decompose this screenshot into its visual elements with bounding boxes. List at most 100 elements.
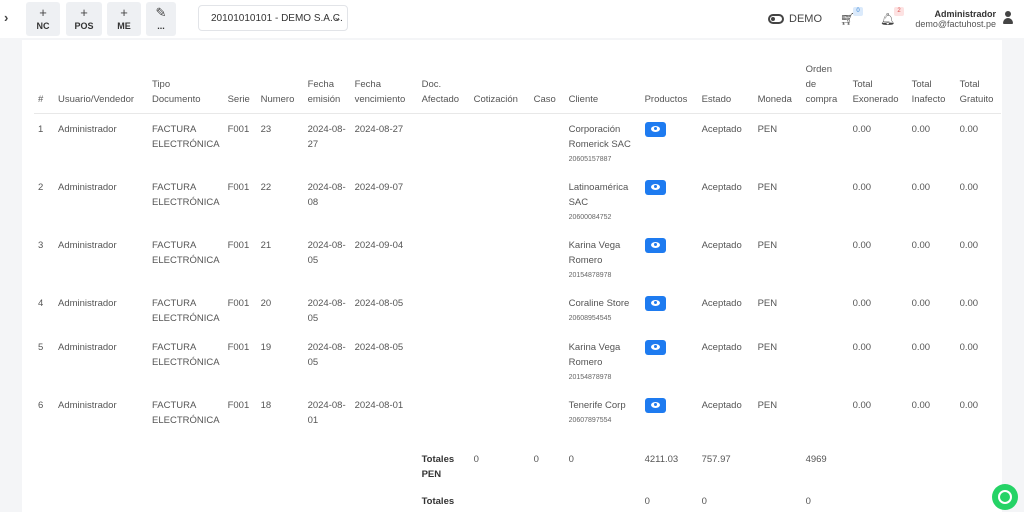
- cell-client: Coraline Store 20608954545: [565, 288, 641, 332]
- user-icon[interactable]: [1002, 11, 1014, 25]
- new-me-button[interactable]: + ME: [107, 2, 141, 36]
- cell-total-inafecto: 0.00: [911, 341, 931, 353]
- col-header: #: [34, 62, 54, 114]
- cell-fecha-vencimiento: 2024-09-07: [354, 181, 404, 193]
- cell-total-gratuito: 0.00: [959, 181, 979, 193]
- table-row: 2 Administrador FACTURA ELECTRÓNICA F001…: [34, 172, 1001, 230]
- cell-serie: F001: [227, 239, 250, 251]
- cell-index: 4: [38, 297, 44, 309]
- cell-doc-type: FACTURA ELECTRÓNICA: [152, 181, 220, 208]
- cell-client: Karina Vega Romero 20154878978: [565, 230, 641, 288]
- client-name: Coraline Store: [568, 297, 630, 309]
- totals-pen-label: Totales PEN: [421, 453, 455, 480]
- totals-usd-label: Totales USD: [421, 495, 455, 512]
- cell-fecha-vencimiento: 2024-08-27: [354, 124, 404, 135]
- eye-icon[interactable]: [644, 237, 666, 253]
- pencil-icon: ✎: [155, 5, 167, 20]
- totals-pen-cliente: 0: [568, 453, 574, 465]
- bell-icon[interactable]: 🔔︎: [880, 12, 895, 26]
- totals-usd-row: Totales USD 0 0 0: [34, 490, 1001, 512]
- edit-button[interactable]: ✎ ...: [146, 2, 176, 36]
- cell-client: Karina Vega Romero 20154878978: [565, 332, 641, 390]
- demo-toggle-icon[interactable]: [768, 14, 784, 24]
- cell-serie: F001: [227, 124, 250, 135]
- cell-moneda: PEN: [757, 239, 778, 251]
- col-header: Productos: [640, 62, 698, 114]
- col-header: Fecha emisión: [303, 62, 351, 114]
- cell-fecha-vencimiento: 2024-08-01: [354, 399, 404, 411]
- cell-productos: [641, 172, 698, 230]
- cell-total-exonerado: 0.00: [852, 124, 872, 135]
- col-header: Caso: [529, 62, 565, 114]
- cell-numero: 19: [260, 341, 272, 353]
- cell-doc-type: FACTURA ELECTRÓNICA: [152, 239, 220, 266]
- whatsapp-icon[interactable]: [992, 484, 1018, 510]
- cell-doc-afectado: [418, 390, 470, 448]
- cell-numero: 22: [260, 181, 272, 193]
- cell-total-gratuito: 0.00: [959, 297, 979, 309]
- col-header: Total Gratuito: [955, 62, 1001, 114]
- new-nc-button[interactable]: + NC: [26, 2, 60, 36]
- cell-total-exonerado: 0.00: [852, 239, 872, 251]
- cell-orden-compra: [802, 172, 849, 230]
- cell-cotizacion: [470, 114, 530, 172]
- eye-icon[interactable]: [644, 397, 666, 413]
- cell-estado: Aceptado: [701, 399, 742, 411]
- user-email[interactable]: demo@factuhost.pe: [900, 19, 996, 29]
- col-header: Numero: [256, 62, 304, 114]
- cart-badge: 0: [853, 7, 863, 16]
- cell-fecha-vencimiento: 2024-09-04: [354, 239, 404, 251]
- cell-total-gratuito: 0.00: [959, 341, 979, 353]
- table-row: 1 Administrador FACTURA ELECTRÓNICA F001…: [34, 114, 1001, 172]
- cell-doc-afectado: [418, 230, 470, 288]
- cell-client: Latinoamérica SAC 20600084752: [565, 172, 641, 230]
- new-pos-button[interactable]: + POS: [66, 2, 102, 36]
- cell-caso: [530, 390, 565, 448]
- quick-button-label: ...: [157, 21, 165, 31]
- cell-total-inafecto: 0.00: [911, 124, 931, 135]
- cell-serie: F001: [227, 341, 250, 353]
- company-select[interactable]: 20101010101 - DEMO S.A.C. ⌄: [198, 5, 348, 31]
- cell-estado: Aceptado: [701, 297, 742, 309]
- cell-fecha-emision: 2024-08-05: [307, 341, 346, 368]
- cell-client: Tenerife Corp 20607897554: [565, 390, 641, 448]
- cell-caso: [530, 114, 565, 172]
- cell-orden-compra: [802, 332, 849, 390]
- table-row: 6 Administrador FACTURA ELECTRÓNICA F001…: [34, 390, 1001, 448]
- client-doc: 20154878978: [568, 373, 612, 381]
- eye-icon[interactable]: [644, 295, 666, 311]
- cell-total-exonerado: 0.00: [852, 399, 872, 411]
- cell-doc-type: FACTURA ELECTRÓNICA: [152, 341, 220, 368]
- client-name: Corporación Romerick SAC: [568, 124, 631, 150]
- cell-moneda: PEN: [757, 124, 778, 135]
- cell-numero: 18: [260, 399, 272, 411]
- cell-numero: 20: [260, 297, 272, 309]
- cell-orden-compra: [802, 390, 849, 448]
- eye-icon[interactable]: [644, 122, 666, 137]
- cell-numero: 21: [260, 239, 272, 251]
- cell-estado: Aceptado: [701, 341, 742, 353]
- cell-index: 6: [38, 399, 44, 411]
- col-header: Usuario/Vendedor: [54, 62, 148, 114]
- cell-total-inafecto: 0.00: [911, 181, 931, 193]
- eye-icon[interactable]: [644, 179, 666, 195]
- user-name[interactable]: Administrador: [900, 9, 996, 19]
- cell-productos: [641, 332, 698, 390]
- cell-caso: [530, 172, 565, 230]
- cell-client: Corporación Romerick SAC 20605157887: [565, 114, 641, 172]
- cell-user: Administrador: [58, 399, 117, 411]
- cell-cotizacion: [470, 288, 530, 332]
- cell-serie: F001: [227, 297, 250, 309]
- cell-user: Administrador: [58, 297, 117, 309]
- cell-fecha-vencimiento: 2024-08-05: [354, 297, 404, 309]
- eye-icon[interactable]: [644, 339, 666, 355]
- client-name: Latinoamérica SAC: [568, 181, 629, 208]
- client-doc: 20154878978: [568, 271, 612, 279]
- chevron-right-icon[interactable]: ›: [4, 11, 16, 25]
- cell-caso: [530, 288, 565, 332]
- company-select-value: 20101010101 - DEMO S.A.C.: [211, 13, 343, 24]
- cell-total-exonerado: 0.00: [852, 181, 872, 193]
- demo-label: DEMO: [789, 13, 822, 25]
- client-doc: 20600084752: [568, 213, 612, 221]
- quick-button-label: ME: [117, 21, 131, 31]
